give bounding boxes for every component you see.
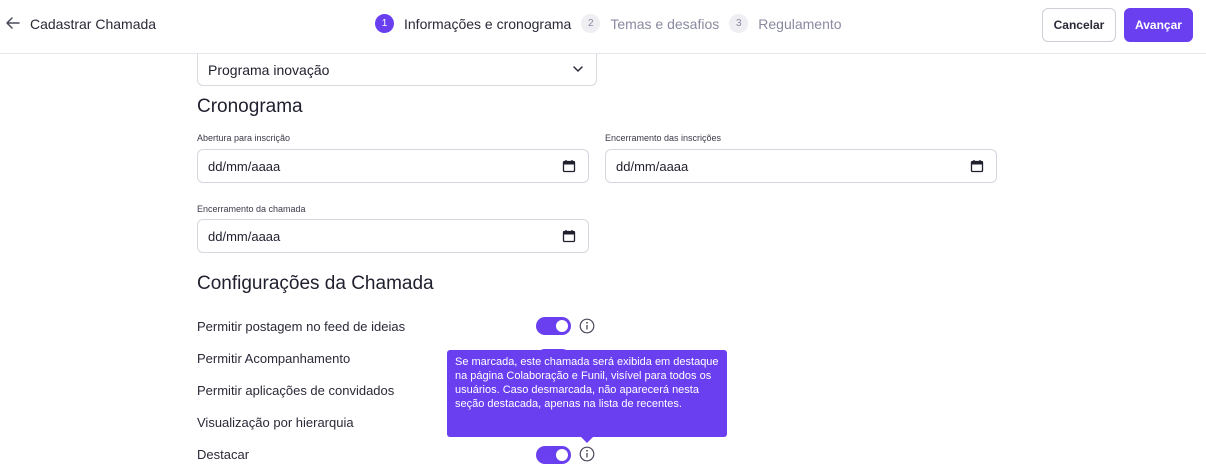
settings-title: Configurações da Chamada: [197, 273, 434, 294]
program-select[interactable]: Programa inovação: [197, 54, 597, 86]
calendar-icon[interactable]: [562, 159, 576, 173]
step-number: 2: [581, 14, 601, 33]
step-number: 1: [375, 14, 394, 33]
calendar-icon[interactable]: [562, 229, 576, 243]
step-number: 3: [729, 14, 749, 33]
step-label: Regulamento: [758, 15, 842, 32]
toggle-knob: [556, 449, 568, 461]
arrow-left-icon[interactable]: [4, 14, 22, 32]
opening-label: Abertura para inscrição: [197, 133, 291, 143]
page-title: Cadastrar Chamada: [30, 16, 157, 32]
setting-label-destacar: Destacar: [197, 447, 250, 462]
chevron-down-icon: [573, 66, 583, 72]
call-end-label: Encerramento da chamada: [197, 204, 306, 214]
tooltip-arrow: [581, 437, 593, 443]
step-informacoes[interactable]: 1 Informações e cronograma: [375, 14, 571, 33]
cancel-button[interactable]: Cancelar: [1042, 8, 1116, 42]
setting-label-convidados: Permitir aplicações de convidados: [197, 383, 395, 398]
calendar-icon[interactable]: [970, 159, 984, 173]
info-icon[interactable]: [579, 318, 595, 334]
step-regulamento[interactable]: 3 Regulamento: [729, 14, 842, 33]
next-button[interactable]: Avançar: [1124, 8, 1193, 42]
date-placeholder: dd/mm/aaaa: [208, 159, 281, 174]
destacar-toggle[interactable]: [536, 446, 571, 464]
schedule-title: Cronograma: [197, 96, 303, 117]
date-placeholder: dd/mm/aaaa: [208, 229, 281, 244]
feed-toggle[interactable]: [536, 317, 571, 335]
setting-label-acompanhamento: Permitir Acompanhamento: [197, 351, 351, 366]
setting-label-feed: Permitir postagem no feed de ideias: [197, 319, 406, 334]
closing-label: Encerramento das inscrições: [605, 133, 722, 143]
top-bar: Cadastrar Chamada 1 Informações e cronog…: [0, 0, 1206, 54]
stepper: 1 Informações e cronograma 2 Temas e des…: [375, 14, 852, 33]
program-select-value: Programa inovação: [208, 62, 330, 78]
info-icon[interactable]: [579, 446, 595, 462]
step-label: Temas e desafios: [610, 15, 720, 32]
call-end-date-input[interactable]: dd/mm/aaaa: [197, 219, 589, 253]
step-temas[interactable]: 2 Temas e desafios: [581, 14, 719, 33]
toggle-knob: [556, 320, 568, 332]
setting-label-hierarquia: Visualização por hierarquia: [197, 415, 354, 430]
step-label: Informações e cronograma: [404, 15, 572, 32]
closing-date-input[interactable]: dd/mm/aaaa: [605, 149, 997, 183]
date-placeholder: dd/mm/aaaa: [616, 159, 689, 174]
destacar-tooltip: Se marcada, este chamada será exibida em…: [447, 350, 727, 437]
opening-date-input[interactable]: dd/mm/aaaa: [197, 149, 589, 183]
